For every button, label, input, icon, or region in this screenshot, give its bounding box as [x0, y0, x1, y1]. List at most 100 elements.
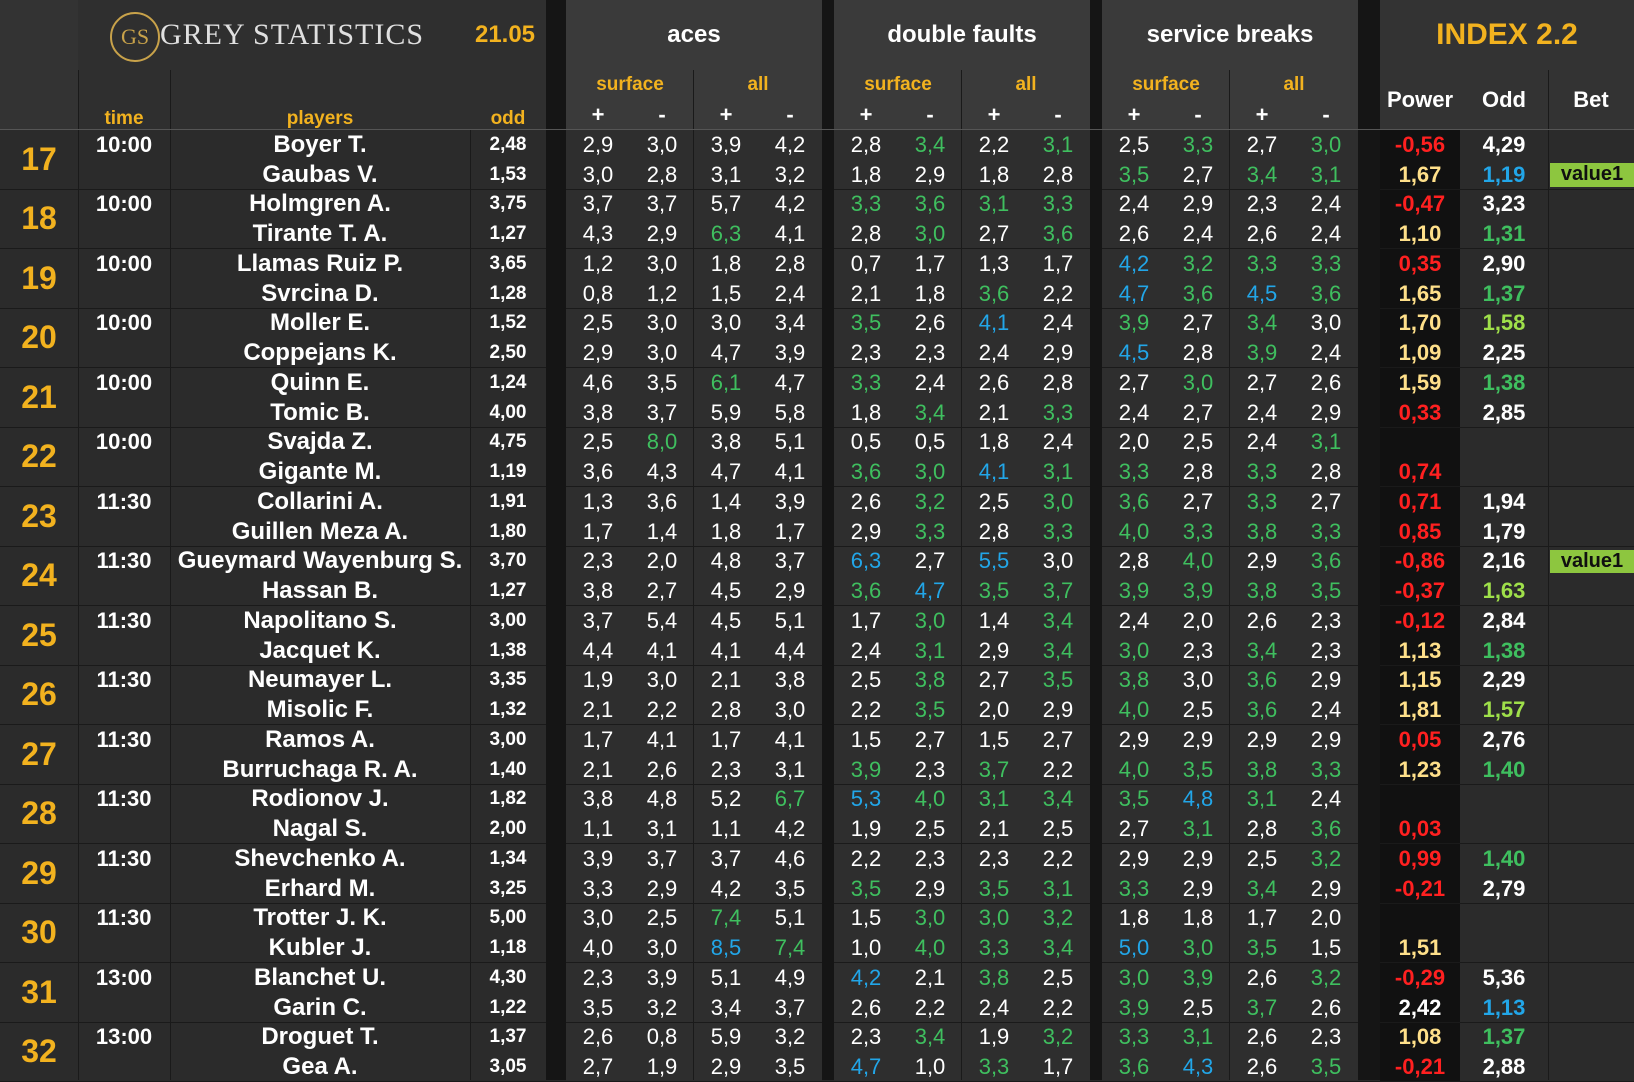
stat-value: 3,5	[1102, 785, 1166, 815]
index-odd-value: 1,13	[1460, 993, 1548, 1023]
stat-value: 2,3	[898, 338, 962, 368]
stat-value: 2,6	[630, 755, 694, 785]
player-name: Tirante T. A.	[170, 219, 470, 249]
stat-value: 3,0	[898, 457, 962, 487]
stat-value: 2,4	[1026, 309, 1090, 339]
stat-value: 3,3	[1230, 487, 1294, 517]
index-odd-value: 2,79	[1460, 874, 1548, 904]
player-odd: 1,18	[470, 933, 546, 963]
sub-header-all: all	[962, 70, 1090, 100]
stat-value: 3,0	[630, 130, 694, 160]
player-odd: 3,00	[470, 606, 546, 636]
stat-value: 2,8	[1166, 457, 1230, 487]
player-name: Burruchaga R. A.	[170, 755, 470, 785]
index-odd-value: 2,76	[1460, 725, 1548, 755]
stat-value: 4,0	[566, 933, 630, 963]
stat-value: 2,0	[1294, 904, 1358, 934]
player-name: Coppejans K.	[170, 338, 470, 368]
player-name: Gigante M.	[170, 457, 470, 487]
stat-value: 3,7	[566, 606, 630, 636]
stat-value: 2,9	[1166, 844, 1230, 874]
stat-value: 3,0	[898, 606, 962, 636]
column-divider	[1548, 70, 1549, 1080]
plus-header: +	[1230, 100, 1294, 130]
stat-value: 3,0	[1294, 130, 1358, 160]
stat-value: 3,8	[898, 666, 962, 696]
power-value: 1,51	[1380, 933, 1460, 963]
stat-value: 2,9	[1102, 844, 1166, 874]
stat-value: 1,5	[834, 904, 898, 934]
match-index: 31	[0, 963, 78, 1022]
power-value: -0,37	[1380, 576, 1460, 606]
player-odd: 1,52	[470, 309, 546, 339]
stat-value: 3,8	[566, 785, 630, 815]
stat-value: 2,7	[1166, 487, 1230, 517]
match-time: 10:00	[78, 368, 170, 398]
stat-value: 3,2	[898, 487, 962, 517]
table-row: 2411:30Gueymard Wayenburg S.3,702,32,04,…	[0, 547, 1634, 607]
power-value: 0,74	[1380, 457, 1460, 487]
header-corner	[0, 0, 78, 130]
player-odd: 3,35	[470, 666, 546, 696]
stat-value: 3,5	[1102, 160, 1166, 190]
stat-value: 1,7	[694, 725, 758, 755]
stat-value: 4,7	[694, 338, 758, 368]
stat-value: 3,5	[962, 874, 1026, 904]
stat-value: 4,2	[758, 190, 822, 220]
stat-value: 3,5	[1230, 933, 1294, 963]
stat-value: 3,1	[1166, 814, 1230, 844]
stat-value: 0,7	[834, 249, 898, 279]
stat-value: 1,8	[694, 249, 758, 279]
stat-value: 4,5	[1230, 279, 1294, 309]
stat-value: 2,7	[1166, 398, 1230, 428]
match-time: 13:00	[78, 1023, 170, 1053]
stat-value: 1,5	[1294, 933, 1358, 963]
power-value: 1,10	[1380, 219, 1460, 249]
stat-value: 1,8	[898, 279, 962, 309]
stat-value: 2,2	[1026, 755, 1090, 785]
stat-value: 5,2	[694, 785, 758, 815]
stat-value: 3,7	[630, 190, 694, 220]
stat-value: 2,4	[1166, 219, 1230, 249]
stat-value: 2,5	[1166, 993, 1230, 1023]
stat-value: 2,8	[1294, 457, 1358, 487]
index-odd-value: 2,88	[1460, 1052, 1548, 1082]
stat-value: 3,1	[962, 785, 1026, 815]
stat-value: 2,3	[834, 338, 898, 368]
table-row: 3011:30Trotter J. K.5,003,02,57,45,11,53…	[0, 904, 1634, 964]
stat-value: 1,7	[834, 606, 898, 636]
stat-value: 3,4	[1026, 785, 1090, 815]
stat-value: 3,1	[1230, 785, 1294, 815]
stat-value: 4,8	[630, 785, 694, 815]
stat-value: 2,5	[566, 428, 630, 458]
player-odd: 1,22	[470, 993, 546, 1023]
stat-value: 4,1	[694, 636, 758, 666]
stat-value: 2,3	[694, 755, 758, 785]
player-name: Moller E.	[170, 309, 470, 339]
stat-value: 2,0	[630, 547, 694, 577]
stat-value: 1,5	[834, 725, 898, 755]
power-value: 1,23	[1380, 755, 1460, 785]
index-odd-value: 1,37	[1460, 279, 1548, 309]
stat-value: 2,8	[1230, 814, 1294, 844]
stat-value: 2,6	[1230, 219, 1294, 249]
stat-value: 1,7	[566, 517, 630, 547]
stat-value: 0,5	[898, 428, 962, 458]
stat-value: 4,1	[758, 219, 822, 249]
player-name: Nagal S.	[170, 814, 470, 844]
power-value: 1,81	[1380, 695, 1460, 725]
stat-value: 3,9	[566, 844, 630, 874]
col-header-players: players	[170, 100, 470, 130]
stat-value: 3,6	[1230, 695, 1294, 725]
stat-value: 3,8	[1230, 576, 1294, 606]
stat-value: 2,1	[834, 279, 898, 309]
stat-value: 2,8	[834, 219, 898, 249]
stat-value: 3,9	[1102, 993, 1166, 1023]
stat-value: 3,6	[566, 457, 630, 487]
table-row: 1910:00Llamas Ruiz P.3,651,23,01,82,80,7…	[0, 249, 1634, 309]
stat-value: 3,0	[898, 219, 962, 249]
stat-value: 3,2	[1026, 1023, 1090, 1053]
stat-value: 3,6	[1294, 814, 1358, 844]
stat-value: 4,7	[834, 1052, 898, 1082]
stat-value: 4,2	[694, 874, 758, 904]
